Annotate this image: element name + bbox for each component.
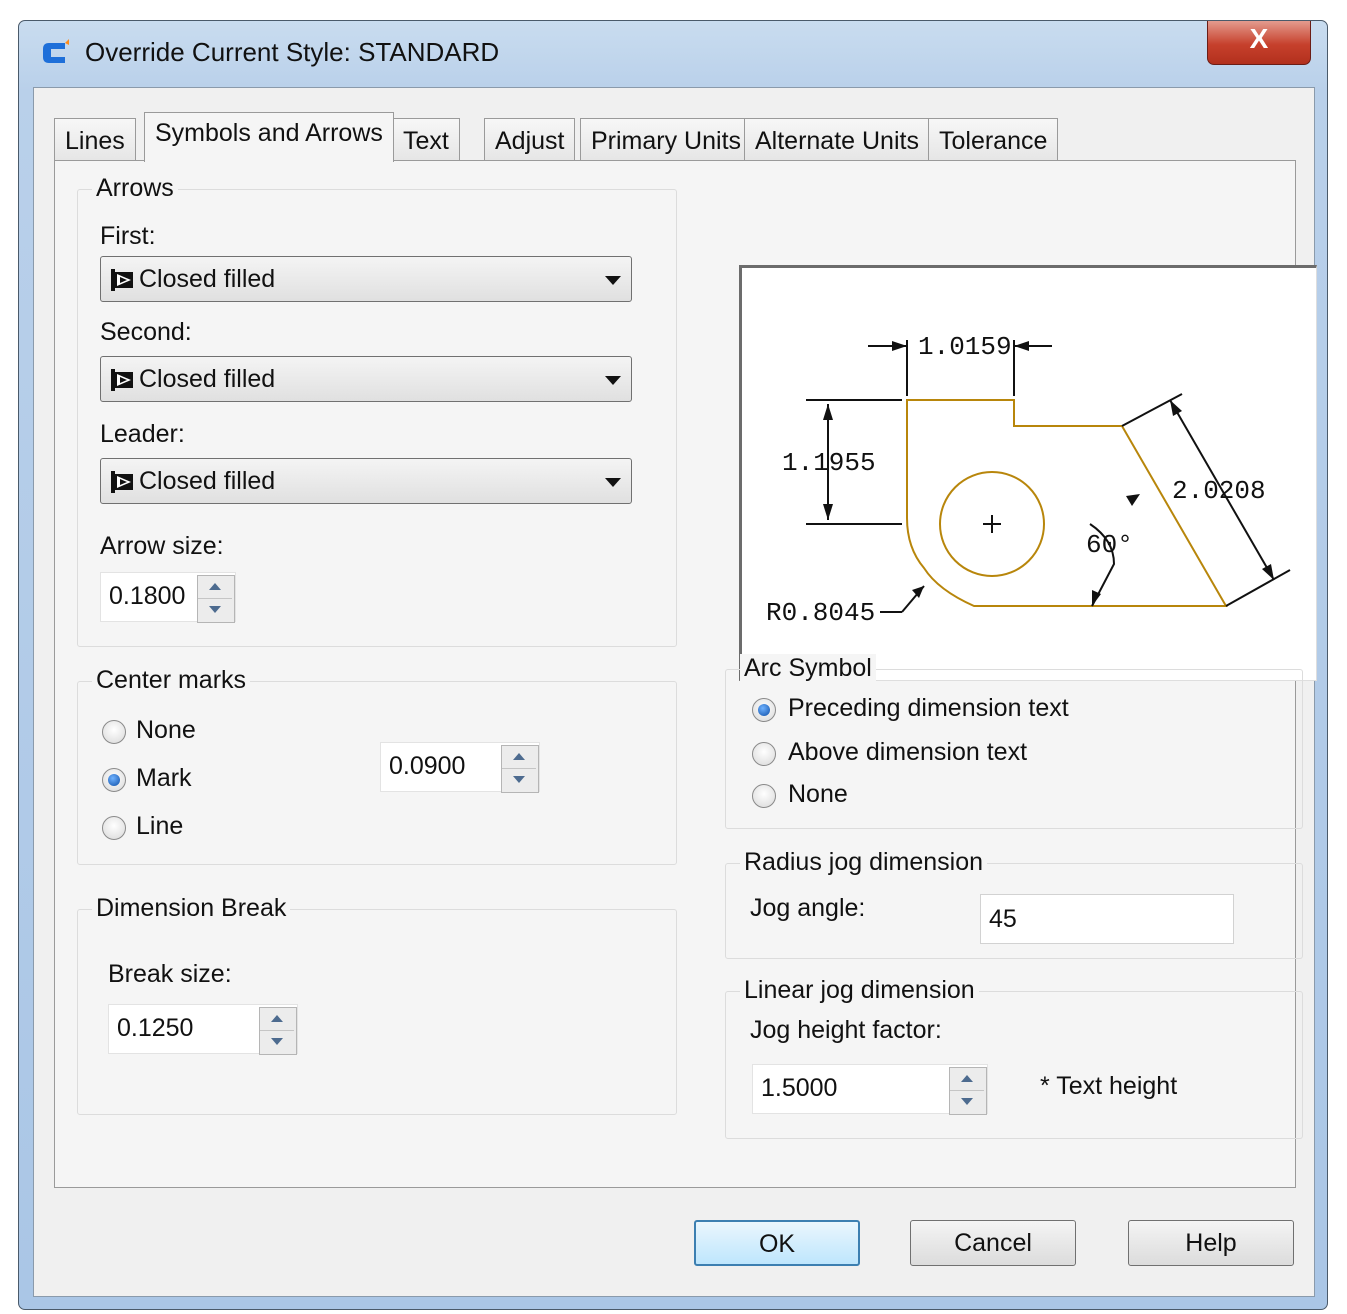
cancel-button[interactable]: Cancel: [910, 1220, 1076, 1266]
center-marks-group-title: Center marks: [92, 666, 251, 695]
preview-drawing: 1.0159 1.1955 2.0208 60° R0.8045: [766, 332, 1291, 628]
linear-jog-group-title: Linear jog dimension: [740, 976, 979, 1005]
center-mark-spin-buttons: [501, 745, 539, 793]
first-arrow-label: First:: [100, 222, 156, 250]
arc-none-radio[interactable]: [752, 784, 776, 808]
arc-preceding-radio[interactable]: [752, 698, 776, 722]
spin-up-icon[interactable]: [502, 746, 536, 769]
arrows-group-title: Arrows: [92, 174, 178, 203]
tab-text[interactable]: Text: [392, 118, 460, 160]
first-arrow-value: Closed filled: [139, 265, 276, 293]
close-icon: X: [1249, 23, 1269, 54]
dim-top-label: 1.0159: [918, 332, 1012, 362]
center-marks-mark-label: Mark: [136, 764, 192, 792]
window-title: Override Current Style: STANDARD: [85, 37, 500, 67]
jog-height-spin-buttons: [949, 1067, 987, 1115]
tab-tolerance[interactable]: Tolerance: [928, 118, 1059, 160]
break-size-value: 0.1250: [117, 1014, 194, 1042]
jog-height-factor-value: 1.5000: [761, 1074, 838, 1102]
spin-up-icon[interactable]: [950, 1068, 984, 1091]
arc-symbol-group: Arc Symbol Preceding dimension text Abov…: [725, 654, 1303, 829]
tab-symbols-and-arrows[interactable]: Symbols and Arrows: [144, 112, 394, 162]
second-arrow-value: Closed filled: [139, 365, 276, 393]
break-size-spinner[interactable]: 0.1250: [108, 1004, 298, 1055]
arc-none-label: None: [788, 780, 848, 808]
chevron-down-icon: [605, 478, 621, 487]
center-marks-none-label: None: [136, 716, 196, 744]
closed-filled-arrow-icon: [111, 269, 133, 291]
center-marks-mark-radio[interactable]: [102, 768, 126, 792]
linear-jog-group: Linear jog dimension Jog height factor: …: [725, 976, 1303, 1139]
spin-down-icon[interactable]: [260, 1031, 294, 1053]
dialog-window: Override Current Style: STANDARD X Lines…: [18, 20, 1328, 1310]
break-size-spin-buttons: [259, 1007, 297, 1055]
arrow-size-spinner[interactable]: 0.1800: [100, 572, 236, 623]
radius-label: R0.8045: [766, 598, 875, 628]
jog-height-factor-label: Jog height factor:: [750, 1016, 942, 1044]
jog-angle-label: Jog angle:: [750, 894, 866, 922]
dimension-break-group-title: Dimension Break: [92, 894, 291, 923]
closed-filled-arrow-icon: [111, 369, 133, 391]
center-marks-group: Center marks None Mark Line 0.0900: [77, 666, 677, 865]
closed-filled-arrow-icon: [111, 471, 133, 493]
radius-jog-group: Radius jog dimension Jog angle: 45: [725, 848, 1303, 959]
arrow-size-label: Arrow size:: [100, 532, 224, 560]
center-mark-size-spinner[interactable]: 0.0900: [380, 742, 540, 793]
tab-alternate-units[interactable]: Alternate Units: [744, 118, 930, 160]
tab-lines[interactable]: Lines: [54, 118, 136, 160]
jog-angle-input[interactable]: 45: [980, 894, 1234, 944]
angle-label: 60°: [1086, 530, 1133, 560]
tab-panel: Arrows First: Closed filled Second: Clos…: [54, 160, 1317, 1188]
leader-arrow-value: Closed filled: [139, 467, 276, 495]
tab-primary-units[interactable]: Primary Units: [580, 118, 753, 160]
spin-down-icon[interactable]: [198, 599, 232, 621]
chevron-down-icon: [605, 276, 621, 285]
spin-down-icon[interactable]: [502, 769, 536, 791]
spin-up-icon[interactable]: [260, 1008, 294, 1031]
radius-jog-group-title: Radius jog dimension: [740, 848, 988, 877]
dimension-preview: 1.0159 1.1955 2.0208 60° R0.8045: [739, 265, 1317, 681]
dimension-break-group: Dimension Break Break size: 0.1250: [77, 894, 677, 1115]
center-marks-none-radio[interactable]: [102, 720, 126, 744]
spin-down-icon[interactable]: [950, 1091, 984, 1113]
first-arrow-select[interactable]: Closed filled: [100, 256, 632, 302]
arc-above-radio[interactable]: [752, 742, 776, 766]
close-button[interactable]: X: [1207, 21, 1311, 65]
text-height-note: * Text height: [1040, 1072, 1178, 1100]
arc-symbol-group-title: Arc Symbol: [740, 654, 876, 683]
arc-preceding-label: Preceding dimension text: [788, 694, 1069, 722]
tab-adjust[interactable]: Adjust: [484, 118, 576, 160]
ok-button[interactable]: OK: [694, 1220, 860, 1266]
chevron-down-icon: [605, 376, 621, 385]
center-mark-size-value: 0.0900: [389, 752, 466, 780]
dim-left-label: 1.1955: [782, 448, 876, 478]
second-arrow-label: Second:: [100, 318, 192, 346]
dim-slant-label: 2.0208: [1172, 476, 1266, 506]
leader-arrow-select[interactable]: Closed filled: [100, 458, 632, 504]
break-size-label: Break size:: [108, 960, 232, 988]
arc-above-label: Above dimension text: [788, 738, 1028, 766]
dialog-client-area: Lines Symbols and Arrows Text Adjust Pri…: [33, 87, 1317, 1297]
arrow-size-spin-buttons: [197, 575, 235, 623]
second-arrow-select[interactable]: Closed filled: [100, 356, 632, 402]
center-marks-line-radio[interactable]: [102, 816, 126, 840]
jog-angle-value: 45: [989, 905, 1017, 933]
help-button[interactable]: Help: [1128, 1220, 1294, 1266]
arrows-group: Arrows First: Closed filled Second: Clos…: [77, 174, 677, 647]
app-icon: [43, 39, 69, 63]
title-bar[interactable]: Override Current Style: STANDARD X: [19, 21, 1327, 87]
arrow-size-value: 0.1800: [109, 582, 186, 610]
leader-arrow-label: Leader:: [100, 420, 185, 448]
jog-height-factor-spinner[interactable]: 1.5000: [752, 1064, 988, 1115]
spin-up-icon[interactable]: [198, 576, 232, 599]
center-marks-line-label: Line: [136, 812, 184, 840]
